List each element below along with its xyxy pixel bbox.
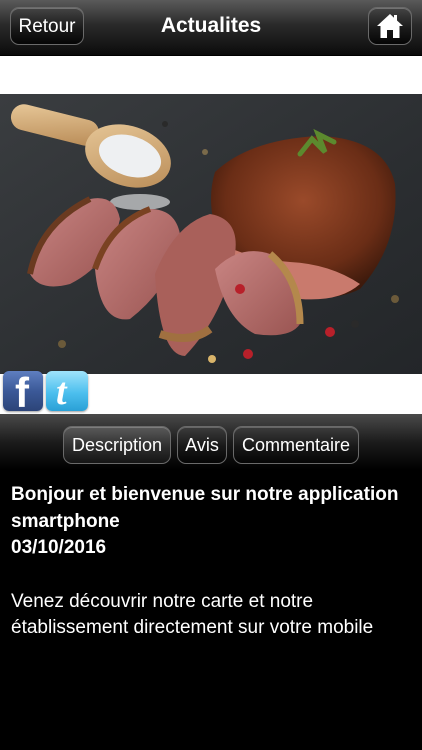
facebook-icon[interactable]: f: [3, 371, 43, 411]
spacer-band: [0, 56, 422, 94]
home-button[interactable]: [368, 7, 412, 45]
article-date: 03/10/2016: [11, 537, 107, 558]
back-button[interactable]: Retour: [10, 7, 84, 45]
article-headline: Bonjour et bienvenue sur notre applicati…: [11, 482, 411, 562]
meat-photo: [0, 94, 422, 374]
twitter-glyph: t: [56, 371, 67, 411]
twitter-icon[interactable]: t: [46, 371, 88, 411]
article-body: Venez découvrir notre carte et notre éta…: [11, 590, 374, 639]
facebook-glyph: f: [15, 371, 29, 411]
home-icon: [377, 14, 403, 38]
headline-text: Bonjour et bienvenue sur notre applicati…: [11, 484, 399, 532]
article-content: Bonjour et bienvenue sur notre applicati…: [11, 482, 411, 642]
page-title: Actualites: [160, 14, 262, 37]
tab-description[interactable]: Description: [63, 426, 171, 464]
hero-image: [0, 94, 422, 374]
tab-commentaire[interactable]: Commentaire: [233, 426, 359, 464]
tab-avis[interactable]: Avis: [177, 426, 227, 464]
top-nav-bar: Retour Actualites: [0, 0, 422, 56]
